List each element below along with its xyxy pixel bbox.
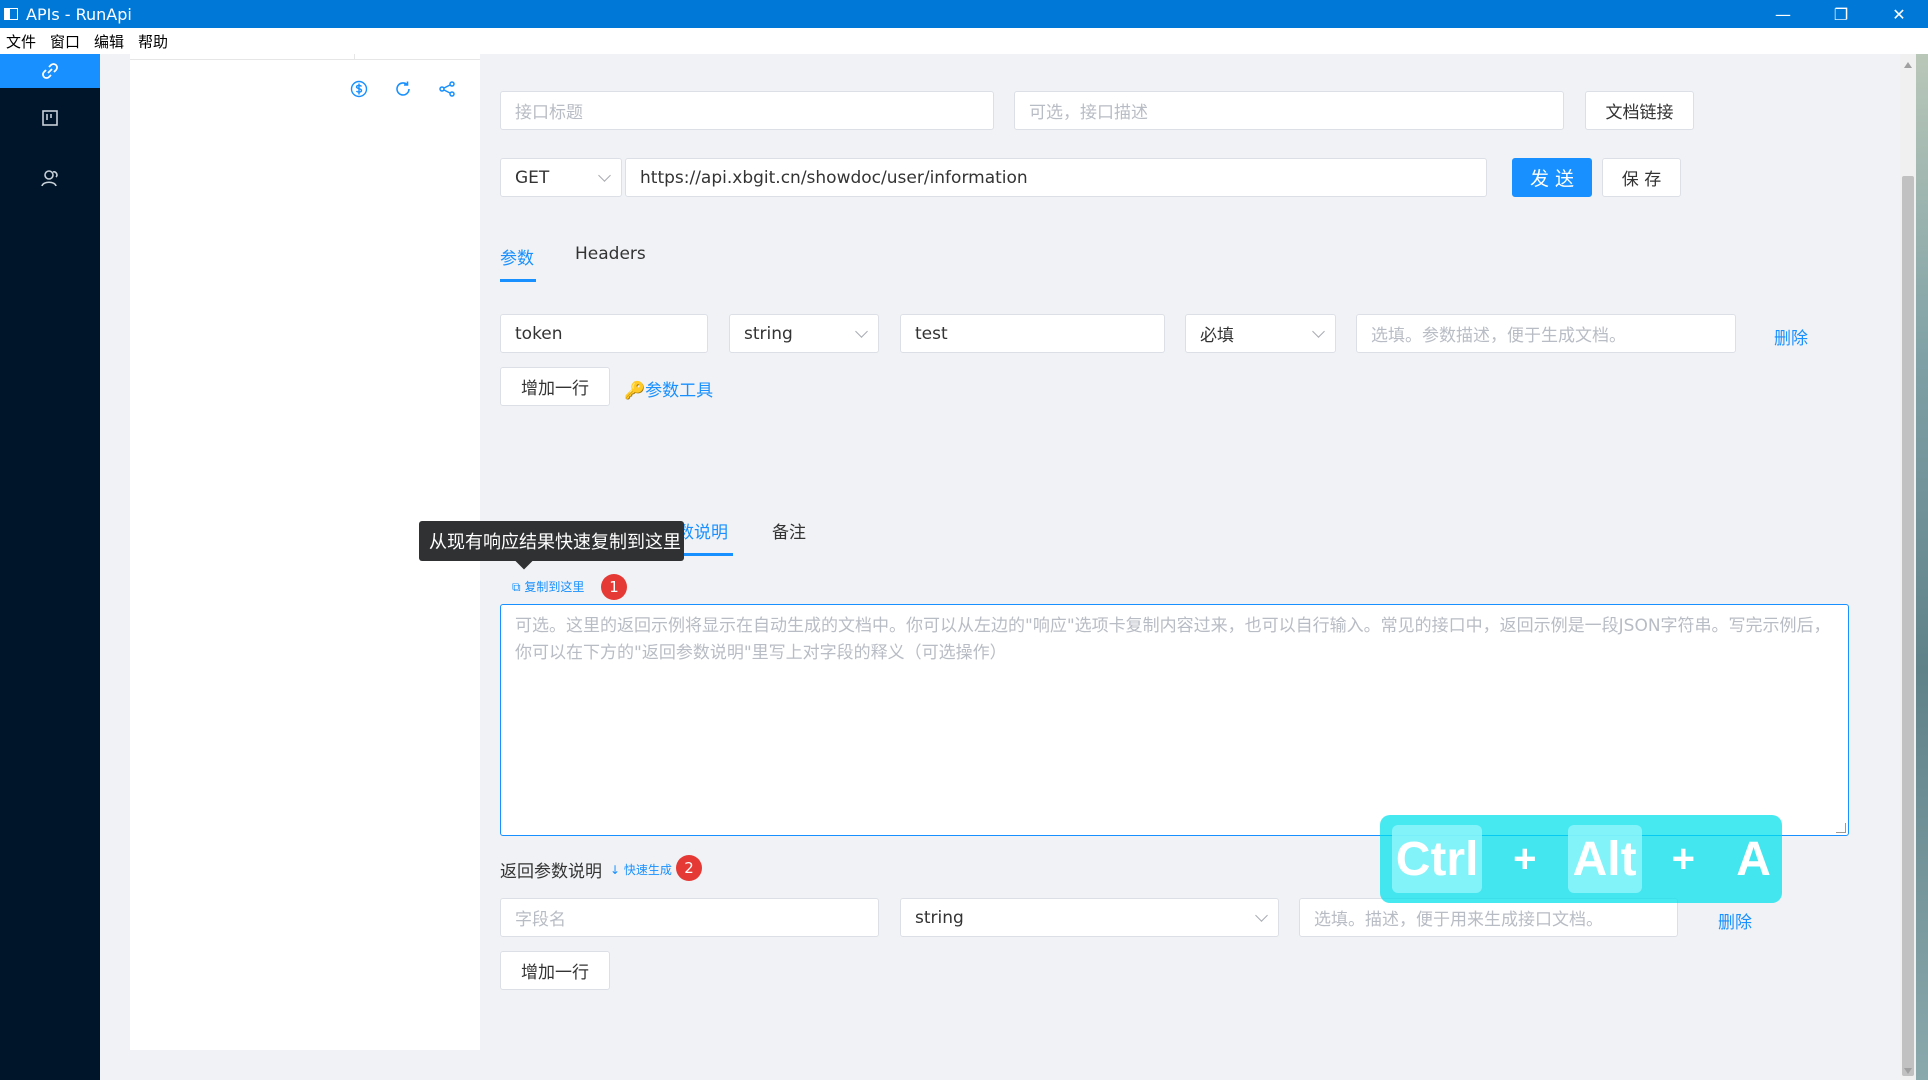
panel-header-divider — [354, 54, 355, 60]
method-select[interactable]: GET — [500, 158, 622, 197]
vertical-scrollbar[interactable] — [1900, 54, 1916, 1080]
param-desc-input[interactable]: 选填。参数描述，便于生成文档。 — [1356, 314, 1736, 353]
app-icon — [4, 8, 18, 20]
method-value: GET — [515, 167, 550, 188]
nav-item-apis[interactable] — [0, 54, 100, 88]
doc-link-button[interactable]: 文档链接 — [1585, 91, 1694, 130]
tab-active-indicator — [500, 279, 536, 282]
share-icon[interactable] — [436, 78, 458, 100]
chevron-down-icon — [1312, 325, 1325, 338]
shortcut-overlay: Ctrl + Alt + A — [1380, 815, 1782, 903]
left-nav — [0, 54, 100, 1080]
minimize-button[interactable]: — — [1754, 0, 1812, 28]
menu-help[interactable]: 帮助 — [138, 31, 168, 52]
chevron-down-icon — [855, 325, 868, 338]
return-params-label: 返回参数说明 — [500, 862, 602, 882]
key-alt: Alt — [1567, 825, 1642, 893]
copy-icon: ⧉ — [512, 580, 525, 594]
key-plus-2: + — [1671, 836, 1695, 881]
panel-toolbar — [348, 78, 458, 100]
tooltip-text: 从现有响应结果快速复制到这里 — [429, 532, 681, 553]
copy-here-link[interactable]: ⧉ 复制到这里 — [512, 578, 584, 595]
param-type-select[interactable]: string — [729, 314, 879, 353]
chevron-down-icon — [598, 169, 611, 182]
link-icon — [42, 63, 58, 79]
api-title-input[interactable]: 接口标题 — [500, 91, 994, 130]
param-required-select[interactable]: 必填 — [1185, 314, 1336, 353]
dollar-icon[interactable] — [348, 78, 370, 100]
key-ctrl: Ctrl — [1392, 825, 1483, 893]
tab-headers[interactable]: Headers — [575, 244, 646, 264]
key-a: A — [1736, 832, 1771, 886]
add-return-row-button[interactable]: 增加一行 — [500, 951, 610, 990]
url-input[interactable]: https://api.xbgit.cn/showdoc/user/inform… — [625, 158, 1487, 197]
return-field-type-select[interactable]: string — [900, 898, 1279, 937]
return-field-name-input[interactable]: 字段名 — [500, 898, 879, 937]
step-badge-1: 1 — [601, 574, 627, 600]
return-example-placeholder: 可选。这里的返回示例将显示在自动生成的文档中。你可以从左边的"响应"选项卡复制内… — [515, 616, 1831, 663]
save-button[interactable]: 保 存 — [1602, 158, 1681, 197]
tab-params[interactable]: 参数 — [500, 244, 534, 269]
param-required-value: 必填 — [1200, 326, 1234, 346]
scroll-thumb[interactable] — [1902, 176, 1914, 1076]
nav-item-board[interactable] — [0, 88, 100, 148]
return-field-desc-input[interactable]: 选填。描述，便于用来生成接口文档。 — [1299, 898, 1678, 937]
quick-generate-link[interactable]: ↓ 快速生成 — [610, 861, 672, 878]
close-button[interactable]: ✕ — [1870, 0, 1928, 28]
return-field-type-value: string — [915, 907, 964, 928]
window-titlebar: APIs - RunApi — ❐ ✕ — [0, 0, 1928, 28]
key-plus-1: + — [1513, 836, 1537, 881]
menu-file[interactable]: 文件 — [6, 31, 36, 52]
tooltip-caret — [515, 552, 533, 570]
restore-button[interactable]: ❐ — [1812, 0, 1870, 28]
panel-header — [130, 54, 480, 60]
param-delete-link[interactable]: 删除 — [1774, 324, 1808, 349]
scroll-up-icon[interactable] — [1904, 62, 1912, 68]
param-value-input[interactable]: test — [900, 314, 1165, 353]
resize-grip-icon[interactable] — [1836, 823, 1846, 833]
team-icon — [41, 170, 58, 187]
refresh-icon[interactable] — [392, 78, 414, 100]
return-example-textarea[interactable]: 可选。这里的返回示例将显示在自动生成的文档中。你可以从左边的"响应"选项卡复制内… — [500, 604, 1849, 836]
return-field-delete-link[interactable]: 删除 — [1718, 908, 1752, 933]
board-icon — [42, 110, 58, 126]
menu-edit[interactable]: 编辑 — [94, 31, 124, 52]
param-tool-link[interactable]: 🔑参数工具 — [624, 376, 713, 401]
window-title: APIs - RunApi — [26, 4, 132, 24]
add-param-row-button[interactable]: 增加一行 — [500, 367, 610, 406]
param-type-value: string — [744, 323, 793, 344]
nav-item-team[interactable] — [0, 148, 100, 208]
send-button[interactable]: 发 送 — [1512, 158, 1592, 197]
copy-tooltip: 从现有响应结果快速复制到这里 — [419, 521, 684, 570]
api-desc-input[interactable]: 可选，接口描述 — [1014, 91, 1564, 130]
menu-bar: 文件 窗口 编辑 帮助 — [0, 28, 1928, 54]
param-name-input[interactable]: token — [500, 314, 708, 353]
scroll-down-icon[interactable] — [1904, 1068, 1912, 1074]
step-badge-2: 2 — [676, 855, 702, 881]
tab-remark[interactable]: 备注 — [772, 518, 806, 543]
menu-window[interactable]: 窗口 — [50, 31, 80, 52]
copy-here-label: 复制到这里 — [524, 580, 585, 594]
desktop-background — [1916, 54, 1928, 1080]
chevron-down-icon — [1255, 909, 1268, 922]
